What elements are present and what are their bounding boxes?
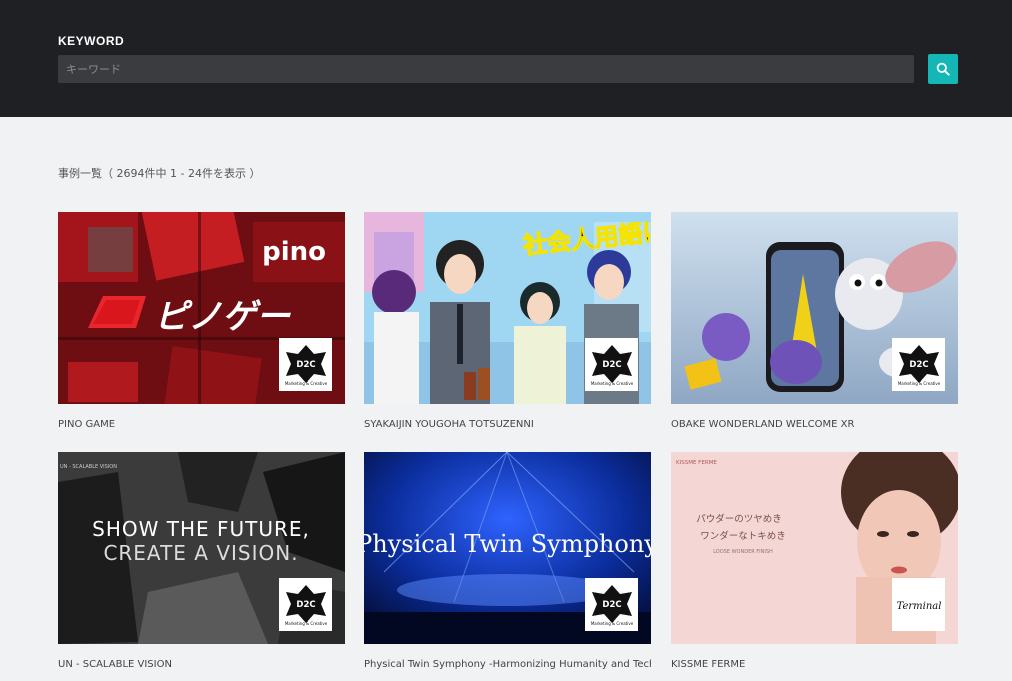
- case-thumbnail[interactable]: UN - SCALABLE VISION SHOW THE FUTURE, CR…: [58, 452, 345, 644]
- image-text-line1: SHOW THE FUTURE,: [92, 517, 310, 541]
- case-card[interactable]: UN - SCALABLE VISION SHOW THE FUTURE, CR…: [58, 452, 345, 670]
- case-thumbnail[interactable]: Physical Twin Symphony D2C Marketing & C…: [364, 452, 651, 644]
- case-card[interactable]: D2C Marketing & Creative OBAKE WONDERLAN…: [671, 212, 958, 430]
- results-summary: 事例一覧（ 2694件中 1 - 24件を表示 ）: [58, 167, 261, 180]
- svg-text:D2C: D2C: [296, 600, 315, 610]
- case-thumbnail[interactable]: pino ピノゲー D2C Marketing & Creative: [58, 212, 345, 404]
- case-card[interactable]: Physical Twin Symphony D2C Marketing & C…: [364, 452, 651, 670]
- image-text-title: Physical Twin Symphony: [364, 530, 651, 558]
- search-header: KEYWORD: [0, 0, 1012, 117]
- case-card[interactable]: KISSME FERME パウダーのツヤめき ワンダーなトキめき LOOSE W…: [671, 452, 958, 670]
- d2c-logo: D2C Marketing & Creative: [279, 578, 332, 631]
- image-text-line1: パウダーのツヤめき: [696, 513, 782, 525]
- case-card[interactable]: pino ピノゲー D2C Marketing & Creative PINO …: [58, 212, 345, 430]
- d2c-logo: D2C Marketing & Creative: [892, 338, 945, 391]
- case-title[interactable]: OBAKE WONDERLAND WELCOME XR: [671, 419, 958, 430]
- case-card[interactable]: 社会人用語は突然に D2C Marketing & Creative SYAKA…: [364, 212, 651, 430]
- image-text-line2: ワンダーなトキめき: [700, 530, 786, 542]
- svg-text:D2C: D2C: [909, 360, 928, 370]
- brand-text: KISSME FERME: [676, 460, 717, 466]
- svg-text:Marketing & Creative: Marketing & Creative: [284, 381, 327, 386]
- keyword-search-input[interactable]: [58, 55, 914, 83]
- case-thumbnail[interactable]: KISSME FERME パウダーのツヤめき ワンダーなトキめき LOOSE W…: [671, 452, 958, 644]
- case-title[interactable]: SYAKAIJIN YOUGOHA TOTSUZENNI: [364, 419, 651, 430]
- svg-text:D2C: D2C: [296, 360, 315, 370]
- d2c-logo: D2C Marketing & Creative: [585, 338, 638, 391]
- case-title[interactable]: UN - SCALABLE VISION: [58, 659, 345, 670]
- image-text-small: UN - SCALABLE VISION: [60, 464, 117, 470]
- terminal-logo: Terminal: [892, 578, 945, 631]
- image-text-line3: LOOSE WONDER FINISH: [713, 549, 773, 555]
- d2c-logo: D2C Marketing & Creative: [585, 578, 638, 631]
- search-icon: [936, 62, 950, 76]
- svg-text:Marketing & Creative: Marketing & Creative: [590, 381, 633, 386]
- search-button[interactable]: [928, 54, 958, 84]
- svg-text:D2C: D2C: [602, 600, 621, 610]
- image-text-line2: CREATE A VISION.: [103, 541, 298, 565]
- svg-text:D2C: D2C: [602, 360, 621, 370]
- case-title[interactable]: PINO GAME: [58, 419, 345, 430]
- svg-text:Marketing & Creative: Marketing & Creative: [897, 381, 940, 386]
- case-title[interactable]: Physical Twin Symphony -Harmonizing Huma…: [364, 659, 651, 670]
- case-thumbnail[interactable]: D2C Marketing & Creative: [671, 212, 958, 404]
- keyword-label: KEYWORD: [58, 34, 125, 48]
- svg-text:Marketing & Creative: Marketing & Creative: [284, 621, 327, 626]
- image-text-pinogame: ピノゲー: [154, 297, 291, 337]
- svg-text:Marketing & Creative: Marketing & Creative: [590, 621, 633, 626]
- d2c-logo: D2C Marketing & Creative: [279, 338, 332, 391]
- image-text-pino: pino: [262, 237, 326, 267]
- case-title[interactable]: KISSME FERME: [671, 659, 958, 670]
- case-thumbnail[interactable]: 社会人用語は突然に D2C Marketing & Creative: [364, 212, 651, 404]
- svg-text:Terminal: Terminal: [896, 601, 941, 612]
